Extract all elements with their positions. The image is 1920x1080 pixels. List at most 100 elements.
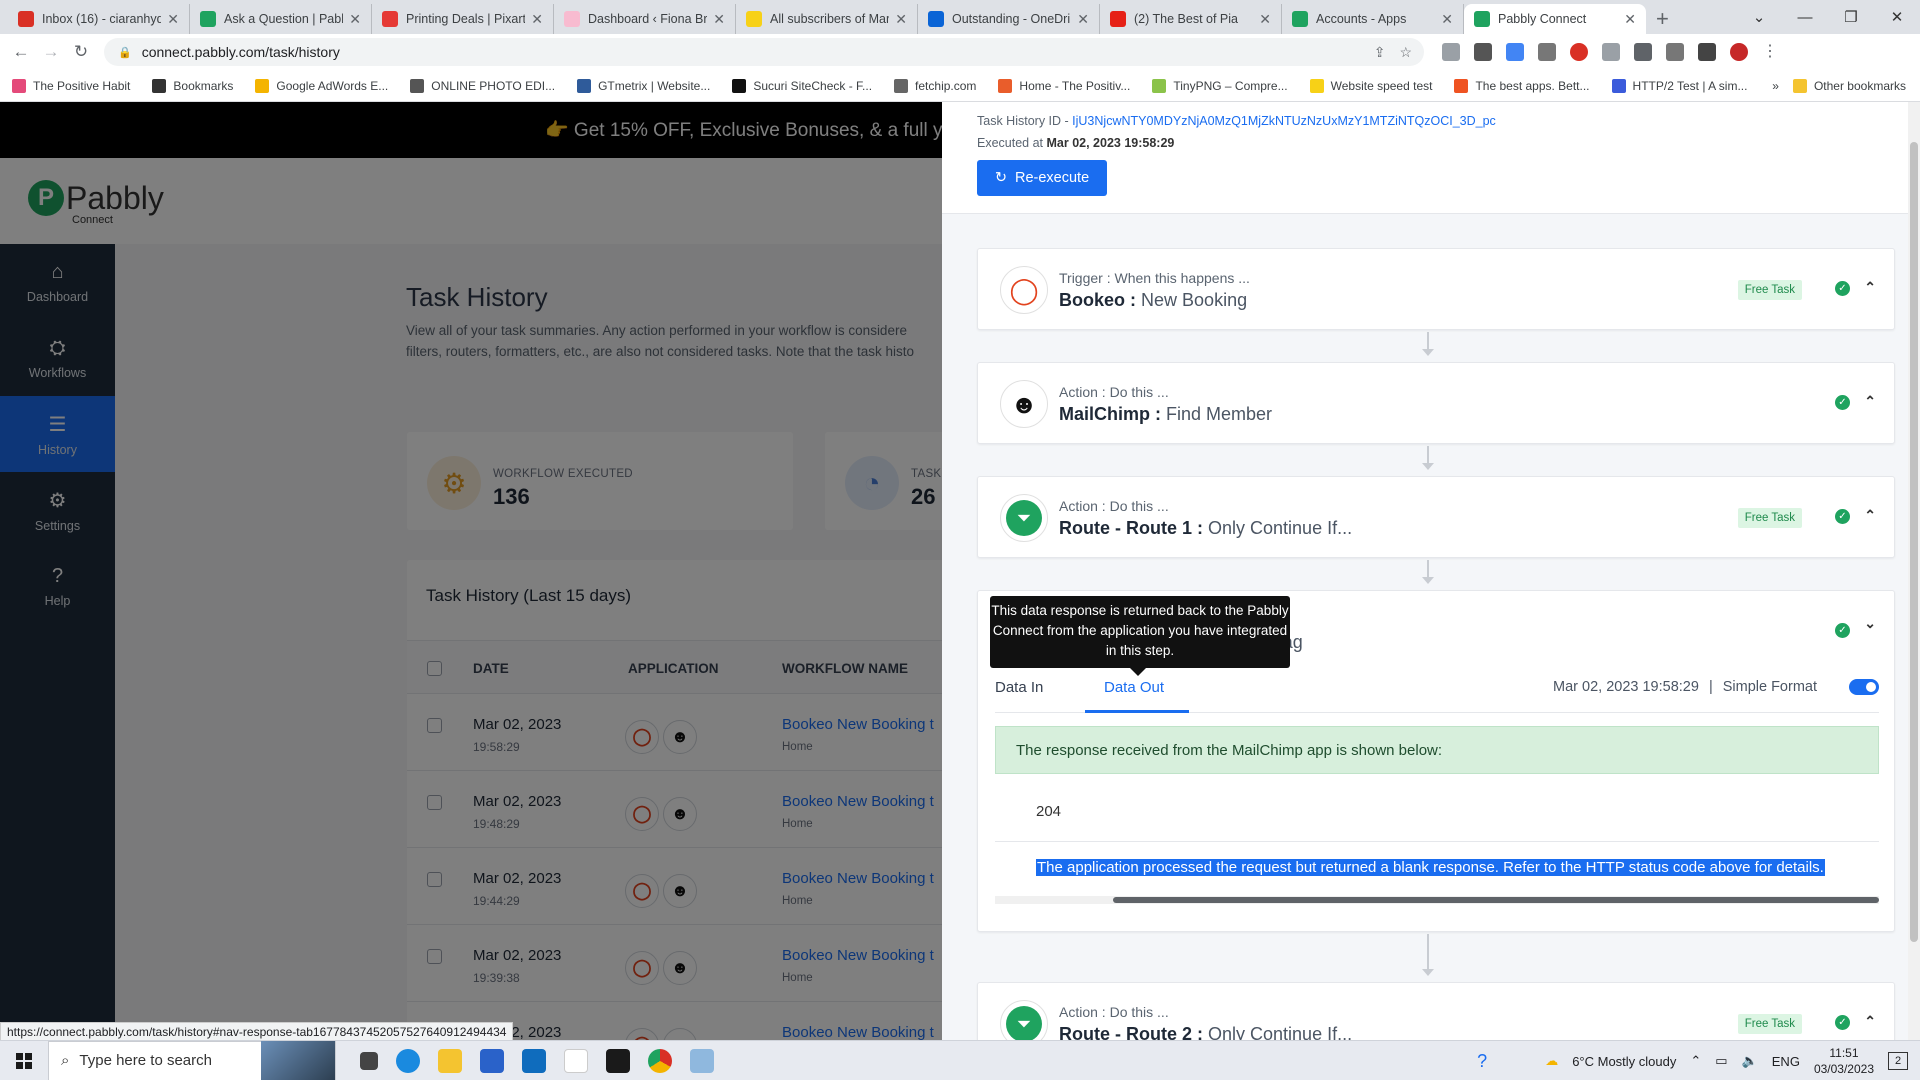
- extension-icon[interactable]: [1474, 43, 1492, 61]
- chevron-up-icon[interactable]: ⌃: [1690, 1053, 1701, 1069]
- close-tab-icon[interactable]: ✕: [349, 11, 361, 28]
- simple-format-toggle[interactable]: [1849, 679, 1879, 695]
- extension-icon[interactable]: [1506, 43, 1524, 61]
- close-tab-icon[interactable]: ✕: [895, 11, 907, 28]
- bookmark-item[interactable]: GTmetrix | Website...: [577, 78, 710, 93]
- chevron-up-icon[interactable]: ⌃: [1864, 279, 1876, 296]
- success-check-icon: ✓: [1835, 281, 1850, 296]
- extension-icon[interactable]: [1538, 43, 1556, 61]
- app-icon[interactable]: [690, 1048, 714, 1073]
- panel-scrollbar[interactable]: [1908, 102, 1920, 1040]
- tab-data-out[interactable]: Data Out: [1104, 679, 1164, 696]
- bookmark-item[interactable]: Google AdWords E...: [255, 78, 388, 93]
- bookmark-item[interactable]: Home - The Positiv...: [998, 78, 1130, 93]
- forward-icon[interactable]: →: [36, 42, 66, 62]
- close-tab-icon[interactable]: ✕: [1441, 11, 1453, 28]
- back-icon[interactable]: ←: [6, 42, 36, 62]
- success-check-icon: ✓: [1835, 1015, 1850, 1030]
- search-icon: ⌕: [61, 1052, 70, 1069]
- horizontal-scrollbar[interactable]: [995, 896, 1879, 904]
- bookmark-item[interactable]: Website speed test: [1309, 78, 1432, 93]
- workflow-step[interactable]: ⏷ Action : Do this ... Route - Route 1 : O…: [977, 476, 1895, 558]
- browser-tab[interactable]: Accounts - Apps ✕: [1282, 4, 1464, 34]
- mail-icon[interactable]: [522, 1048, 546, 1073]
- panel-header: Task History ID - IjU3NjcwNTY0MDYzNjA0Mz…: [942, 102, 1920, 214]
- bookmark-item[interactable]: TinyPNG – Compre...: [1152, 78, 1288, 93]
- edge-icon[interactable]: [396, 1048, 420, 1073]
- bookmark-item[interactable]: Bookmarks: [152, 78, 233, 93]
- blank-response-text[interactable]: The application processed the request bu…: [1036, 859, 1825, 876]
- browser-tab[interactable]: Outstanding - OneDri ✕: [918, 4, 1100, 34]
- extension-icon[interactable]: [1602, 43, 1620, 61]
- close-tab-icon[interactable]: ✕: [713, 11, 725, 28]
- bookmark-item[interactable]: Sucuri SiteCheck - F...: [732, 78, 872, 93]
- workflow-step[interactable]: ☻ Action : Do this ... MailChimp : Find Me…: [977, 362, 1895, 444]
- extension-icon[interactable]: [1570, 43, 1588, 61]
- more-menu-icon[interactable]: ⋮: [1762, 43, 1780, 61]
- mailchimp-icon: ☻: [1000, 380, 1048, 428]
- avatar[interactable]: [1730, 43, 1748, 61]
- bookmark-item[interactable]: ONLINE PHOTO EDI...: [410, 78, 555, 93]
- step-title: Bookeo : New Booking: [1059, 290, 1248, 310]
- new-tab-button[interactable]: +: [1656, 4, 1669, 34]
- url-bar[interactable]: 🔒 connect.pabbly.com/task/history ⇪ ☆: [104, 38, 1424, 66]
- close-tab-icon[interactable]: ✕: [531, 11, 543, 28]
- workflow-step[interactable]: ◯ Trigger : When this happens ... Bookeo :…: [977, 248, 1895, 330]
- start-button[interactable]: [0, 1052, 48, 1069]
- browser-tab[interactable]: (2) The Best of Pia ✕: [1100, 4, 1282, 34]
- restore-icon[interactable]: ❐: [1828, 8, 1874, 26]
- browser-tab[interactable]: Printing Deals | Pixartp ✕: [372, 4, 554, 34]
- more-bookmarks-icon[interactable]: »: [1772, 79, 1779, 93]
- taskbar-search[interactable]: ⌕ Type here to search: [48, 1040, 336, 1080]
- store-icon[interactable]: [480, 1048, 504, 1073]
- close-tab-icon[interactable]: ✕: [1077, 11, 1089, 28]
- file-explorer-icon[interactable]: [438, 1048, 462, 1073]
- bookmark-favicon-icon: [410, 78, 425, 93]
- browser-tab[interactable]: Ask a Question | Pabbly✕: [190, 4, 372, 34]
- bookmark-item[interactable]: HTTP/2 Test | A sim...: [1611, 78, 1747, 93]
- language-indicator[interactable]: ENG: [1772, 1054, 1800, 1069]
- minimize-icon[interactable]: —: [1782, 9, 1828, 26]
- browser-tab[interactable]: All subscribers of Mar ✕: [736, 4, 918, 34]
- amazon-icon[interactable]: [564, 1048, 588, 1073]
- chrome-icon[interactable]: [648, 1048, 672, 1073]
- close-window-icon[interactable]: ✕: [1874, 8, 1920, 26]
- chevron-up-icon[interactable]: ⌃: [1864, 1013, 1876, 1030]
- task-view-icon[interactable]: [360, 1051, 378, 1070]
- bookmark-star-icon[interactable]: ☆: [1399, 44, 1412, 61]
- close-tab-icon[interactable]: ✕: [1259, 11, 1271, 28]
- browser-tab[interactable]: Inbox (16) - ciaranhyde ✕: [8, 4, 190, 34]
- puzzle-icon[interactable]: [1634, 43, 1652, 61]
- close-tab-icon[interactable]: ✕: [1624, 11, 1636, 28]
- bookmark-item[interactable]: The best apps. Bett...: [1454, 78, 1590, 93]
- chevron-up-icon[interactable]: ⌃: [1864, 393, 1876, 410]
- tab-search-icon[interactable]: ⌄: [1736, 8, 1782, 26]
- share-icon[interactable]: ⇪: [1374, 44, 1386, 61]
- reading-list-icon[interactable]: [1666, 43, 1684, 61]
- bookmark-item[interactable]: The Positive Habit: [12, 78, 130, 93]
- network-icon[interactable]: ▭: [1715, 1053, 1727, 1069]
- notification-icon[interactable]: 2: [1888, 1052, 1908, 1070]
- help-icon[interactable]: ?: [1477, 1051, 1487, 1072]
- chevron-up-icon[interactable]: ⌃: [1864, 507, 1876, 524]
- bookmark-item[interactable]: fetchip.com: [894, 78, 976, 93]
- weather-text[interactable]: 6°C Mostly cloudy: [1572, 1054, 1676, 1069]
- dropbox-icon[interactable]: [606, 1048, 630, 1073]
- browser-tab[interactable]: Dashboard ‹ Fiona Bre ✕: [554, 4, 736, 34]
- folder-icon: [1792, 78, 1807, 93]
- chevron-down-icon[interactable]: ⌄: [1864, 615, 1876, 632]
- speaker-icon[interactable]: 🔈: [1742, 1053, 1758, 1069]
- other-bookmarks[interactable]: Other bookmarks: [1792, 78, 1906, 93]
- side-panel-icon[interactable]: [1698, 43, 1716, 61]
- tab-data-in[interactable]: Data In: [995, 679, 1043, 696]
- favicon-icon: [564, 11, 580, 27]
- modal-backdrop[interactable]: [0, 102, 942, 1040]
- url-text: connect.pabbly.com/task/history: [141, 44, 340, 60]
- workflow-step[interactable]: ⏷ Action : Do this ... Route - Route 2 : O…: [977, 982, 1895, 1040]
- browser-tab[interactable]: Pabbly Connect ✕: [1464, 4, 1646, 34]
- close-tab-icon[interactable]: ✕: [167, 11, 179, 28]
- re-execute-button[interactable]: ↻ Re-execute: [977, 160, 1107, 196]
- reload-icon[interactable]: ↻: [66, 42, 96, 62]
- extension-icon[interactable]: [1442, 43, 1460, 61]
- clock[interactable]: 11:51 03/03/2023: [1814, 1045, 1874, 1077]
